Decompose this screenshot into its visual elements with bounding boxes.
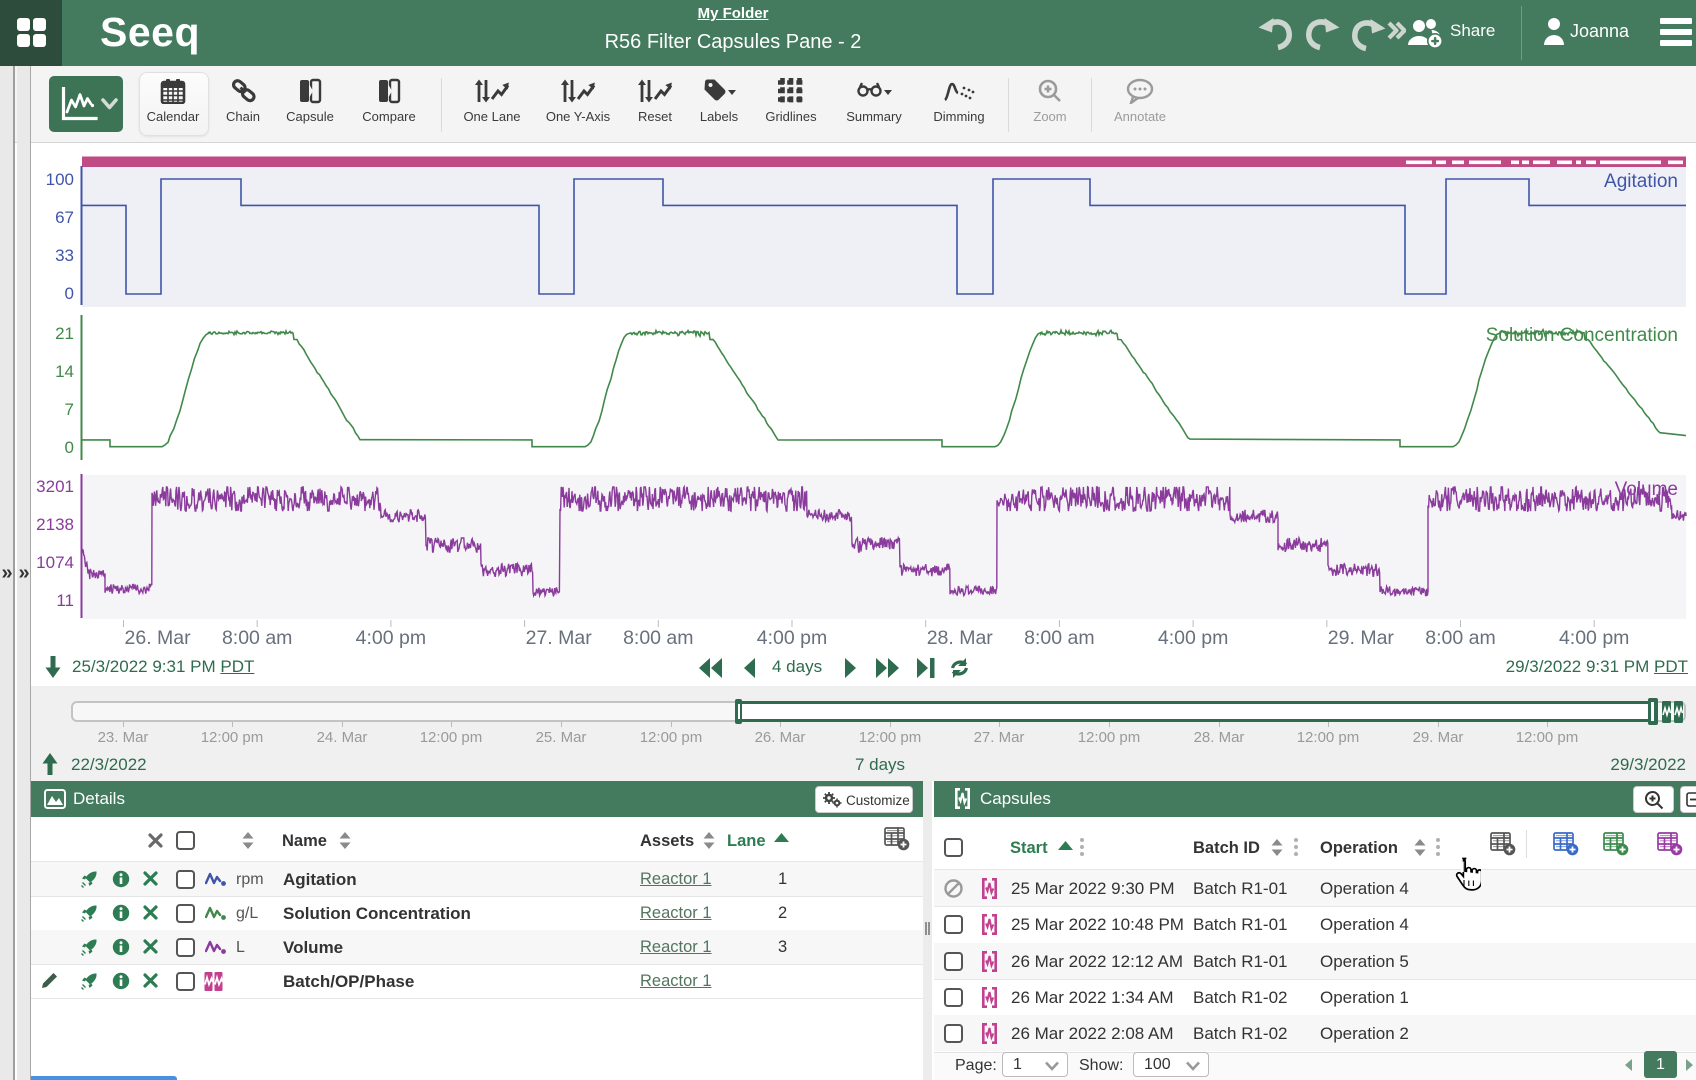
svg-text:Volume: Volume xyxy=(1615,479,1678,500)
svg-text:2138: 2138 xyxy=(36,515,74,534)
svg-text:Solution Concentration: Solution Concentration xyxy=(1486,325,1678,346)
svg-text:14: 14 xyxy=(55,362,74,381)
svg-text:11: 11 xyxy=(56,591,74,610)
svg-text:29. Mar: 29. Mar xyxy=(1328,627,1395,649)
svg-text:7: 7 xyxy=(65,400,74,419)
svg-text:100: 100 xyxy=(46,170,74,189)
svg-text:28. Mar: 28. Mar xyxy=(927,627,994,649)
svg-text:21: 21 xyxy=(55,324,74,343)
svg-text:4:00 pm: 4:00 pm xyxy=(356,627,426,649)
svg-text:8:00 am: 8:00 am xyxy=(222,627,292,649)
svg-text:8:00 am: 8:00 am xyxy=(1024,627,1094,649)
svg-text:27. Mar: 27. Mar xyxy=(526,627,593,649)
svg-text:8:00 am: 8:00 am xyxy=(1425,627,1495,649)
svg-text:26. Mar: 26. Mar xyxy=(125,627,192,649)
svg-text:33: 33 xyxy=(55,246,74,265)
svg-text:3201: 3201 xyxy=(36,477,74,496)
svg-text:4:00 pm: 4:00 pm xyxy=(757,627,827,649)
svg-text:0: 0 xyxy=(65,284,74,303)
svg-text:4:00 pm: 4:00 pm xyxy=(1158,627,1228,649)
svg-text:1074: 1074 xyxy=(36,553,74,572)
svg-text:0: 0 xyxy=(65,438,74,457)
svg-text:67: 67 xyxy=(55,208,74,227)
svg-text:4:00 pm: 4:00 pm xyxy=(1559,627,1629,649)
svg-text:8:00 am: 8:00 am xyxy=(623,627,693,649)
svg-text:Agitation: Agitation xyxy=(1604,171,1678,192)
